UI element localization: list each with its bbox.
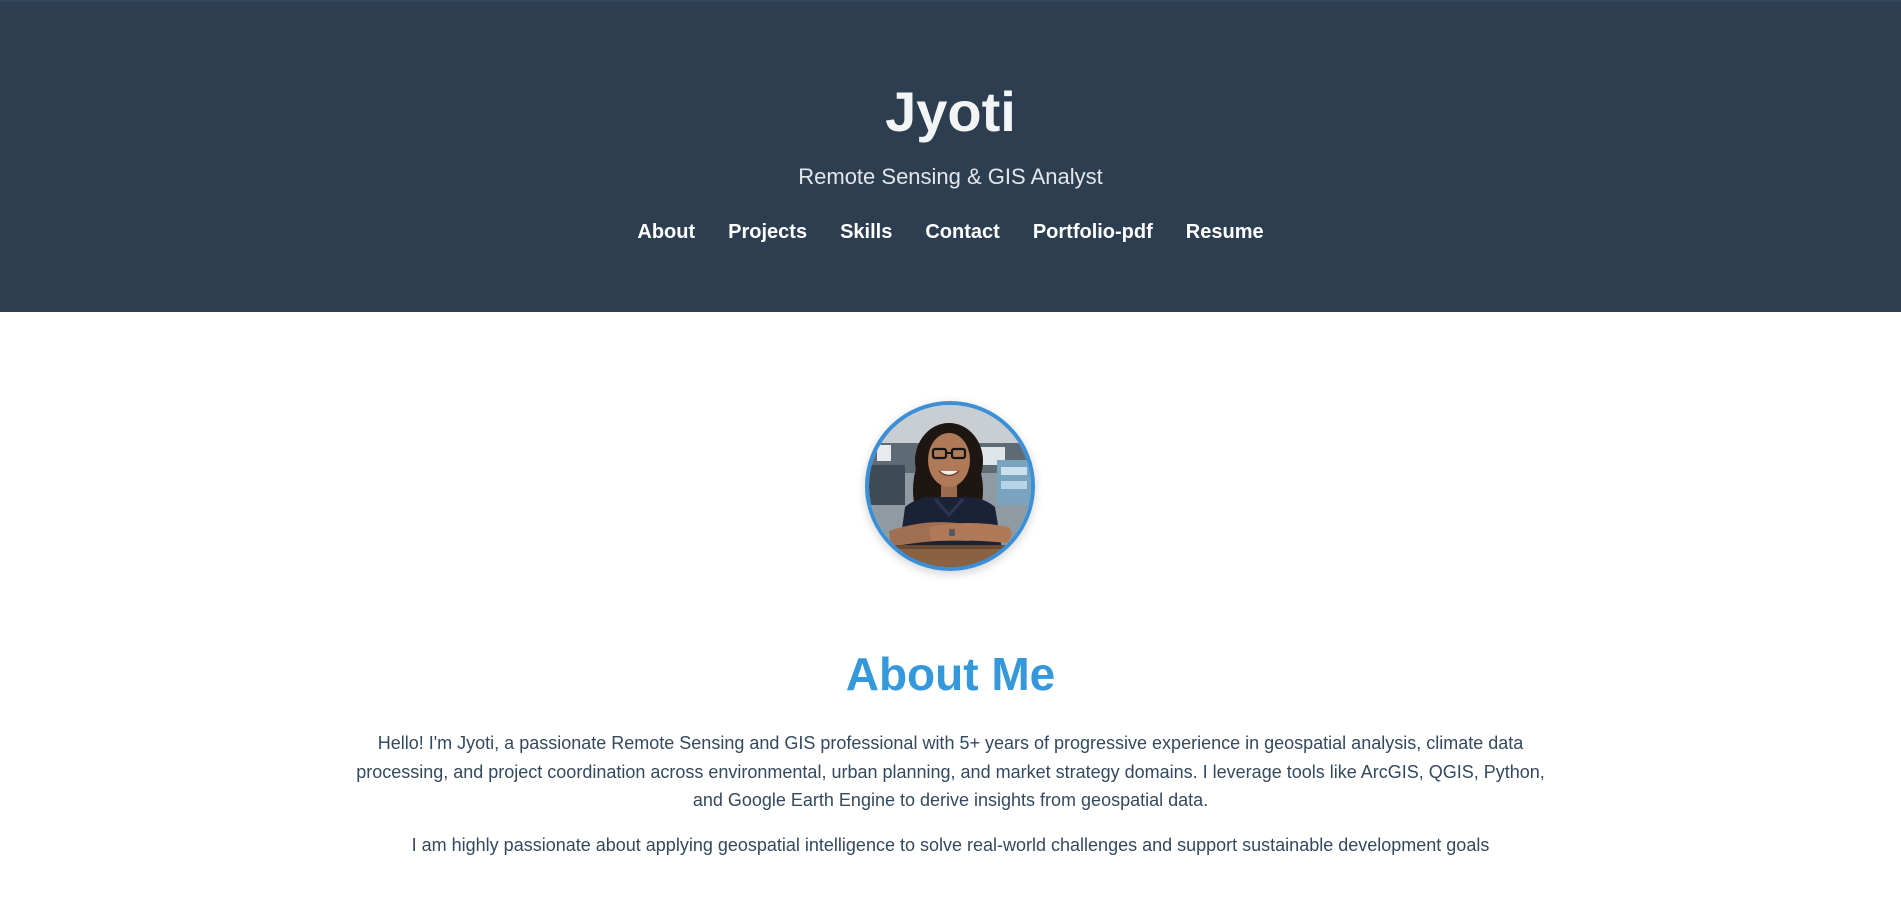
nav-link-resume[interactable]: Resume (1186, 218, 1264, 246)
nav-link-about[interactable]: About (637, 218, 695, 246)
profile-photo (865, 401, 1035, 571)
site-subtitle: Remote Sensing & GIS Analyst (798, 164, 1103, 189)
nav-link-projects[interactable]: Projects (728, 218, 807, 246)
main-nav: About Projects Skills Contact Portfolio-… (0, 218, 1901, 246)
about-paragraph-intro: Hello! I'm Jyoti, a passionate Remote Se… (356, 733, 1545, 810)
nav-link-contact[interactable]: Contact (925, 218, 999, 246)
about-paragraph-passion: I am highly passionate about applying ge… (411, 835, 1490, 855)
about-heading: About Me (845, 648, 1056, 700)
site-title: Jyoti (885, 80, 1016, 143)
site-header: Jyoti Remote Sensing & GIS Analyst About… (0, 0, 1901, 312)
nav-link-portfolio-pdf[interactable]: Portfolio-pdf (1033, 218, 1153, 246)
nav-link-skills[interactable]: Skills (840, 218, 892, 246)
